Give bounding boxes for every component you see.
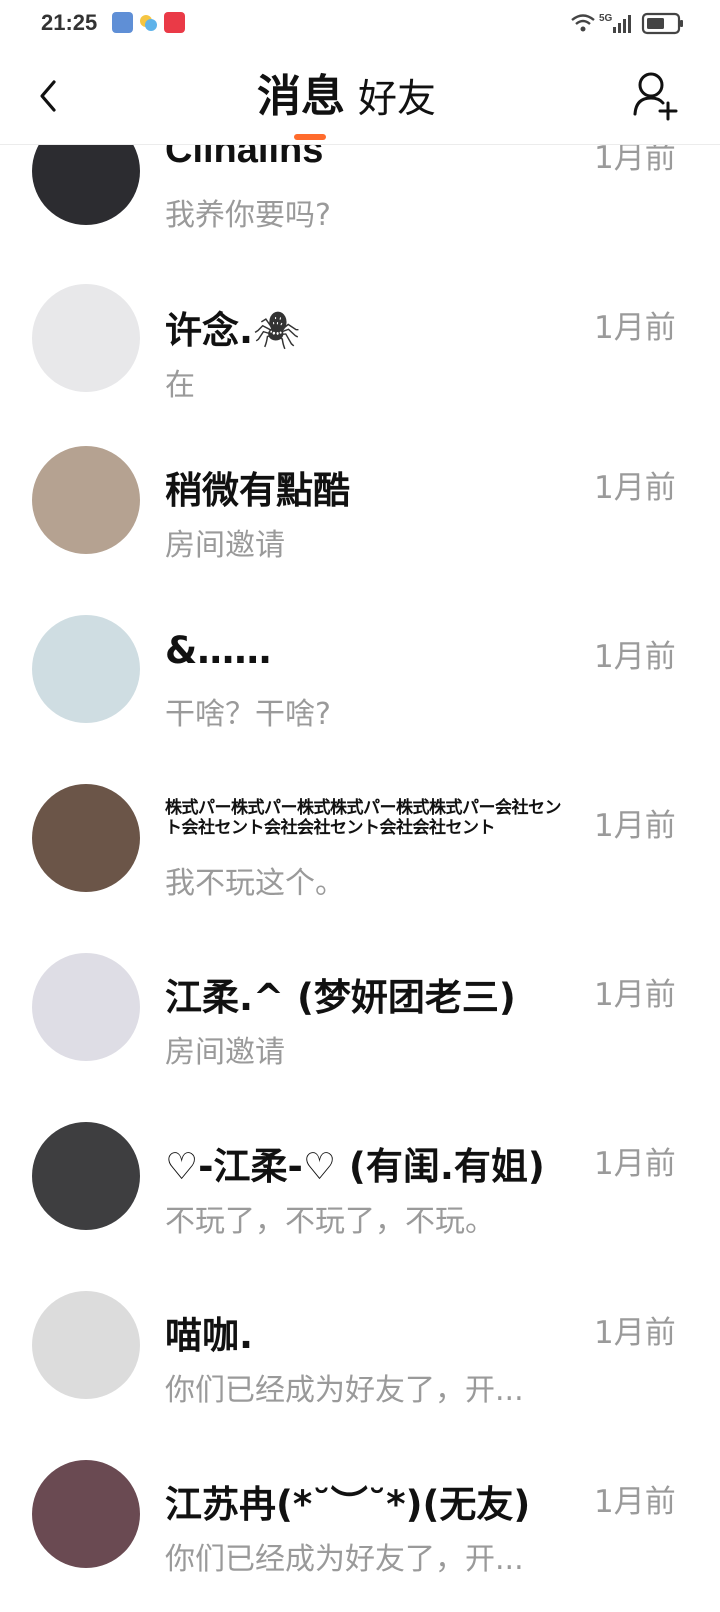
add-friend-button[interactable]: [632, 70, 682, 122]
red-app-icon: [164, 12, 185, 33]
message-time: 1月前: [594, 1484, 676, 1520]
active-tab-indicator: [294, 134, 326, 140]
message-time: 1月前: [594, 470, 676, 506]
message-preview: 你们已经成为好友了，开...: [165, 1373, 524, 1408]
avatar: [32, 953, 140, 1061]
contact-name: 株式パー株式パー株式株式パー株式株式パー会社セント会社セント会社会社セント会社会…: [165, 798, 562, 838]
message-time: 1月前: [594, 310, 676, 346]
chevron-left-icon: [40, 80, 56, 112]
avatar: [32, 784, 140, 892]
message-time: 1月前: [594, 808, 676, 844]
message-time: 1月前: [594, 977, 676, 1013]
status-bar: 21:25 5G: [0, 0, 720, 48]
message-preview: 我不玩这个。: [165, 866, 345, 901]
contact-name: ♡-江柔-♡ (有闺.有姐): [165, 1145, 545, 1188]
avatar: [32, 284, 140, 392]
message-preview: 房间邀请: [165, 528, 285, 563]
message-preview: 你们已经成为好友了，开...: [165, 1542, 524, 1577]
conversation-item[interactable]: Clinalins 我养你要吗? 1月前: [0, 145, 720, 262]
conversation-item[interactable]: &…… 干啥？干啥? 1月前: [0, 601, 720, 771]
contact-name: 江苏冉(*˘︶˘*)(无友): [165, 1483, 531, 1526]
message-preview: 我养你要吗?: [165, 198, 331, 233]
contact-name: 许念.🕷: [165, 300, 300, 354]
battery-icon: [641, 12, 683, 35]
message-preview: 不玩了，不玩了，不玩。: [165, 1204, 495, 1239]
conversation-item[interactable]: 株式パー株式パー株式株式パー株式株式パー会社セント会社セント会社会社セント会社会…: [0, 770, 720, 940]
conversation-item[interactable]: 稍微有點酷 房间邀请 1月前: [0, 432, 720, 602]
message-time: 1月前: [594, 145, 676, 176]
signal-icon: [613, 15, 631, 33]
contact-name-text: 许念.: [165, 309, 254, 352]
contact-name: 稍微有點酷: [165, 469, 350, 512]
contact-name: &……: [165, 629, 272, 672]
contact-name: 喵咖.: [165, 1314, 254, 1357]
contact-name: Clinalins: [165, 145, 324, 171]
message-time: 1月前: [594, 1315, 676, 1351]
tab-messages[interactable]: 消息: [257, 62, 345, 132]
avatar: [32, 1460, 140, 1568]
conversation-item[interactable]: 喵咖. 你们已经成为好友了，开... 1月前: [0, 1277, 720, 1447]
network-type-label: 5G: [599, 13, 613, 24]
status-time: 21:25: [41, 10, 98, 35]
wifi-icon: [571, 14, 595, 32]
notification-app-icon: [112, 12, 133, 33]
nav-bar: 消息 好友: [0, 48, 720, 145]
back-button[interactable]: [28, 72, 68, 120]
spider-emoji-icon: 🕷: [253, 309, 301, 352]
conversation-item[interactable]: 江柔.^ (梦妍团老三) 房间邀请 1月前: [0, 939, 720, 1109]
add-user-icon: [633, 72, 678, 121]
conversation-list[interactable]: Clinalins 我养你要吗? 1月前 许念.🕷 在 1月前 稍微有點酷 房间…: [0, 145, 720, 1612]
message-time: 1月前: [594, 639, 676, 675]
conversation-item[interactable]: ♡-江柔-♡ (有闺.有姐) 不玩了，不玩了，不玩。 1月前: [0, 1108, 720, 1278]
message-preview: 房间邀请: [165, 1035, 285, 1070]
avatar: [32, 615, 140, 723]
avatar: [32, 1291, 140, 1399]
avatar: [32, 1122, 140, 1230]
avatar: [32, 145, 140, 225]
weather-app-icon: [138, 12, 159, 33]
contact-name: 江柔.^ (梦妍团老三): [165, 976, 516, 1019]
conversation-item[interactable]: 许念.🕷 在 1月前: [0, 262, 720, 432]
conversation-item[interactable]: 江苏冉(*˘︶˘*)(无友) 你们已经成为好友了，开... 1月前: [0, 1446, 720, 1612]
message-time: 1月前: [594, 1146, 676, 1182]
tab-friends[interactable]: 好友: [358, 65, 436, 135]
message-preview: 干啥？干啥?: [165, 697, 331, 732]
message-preview: 在: [165, 368, 195, 403]
avatar: [32, 446, 140, 554]
status-indicators: 5G: [570, 10, 690, 38]
